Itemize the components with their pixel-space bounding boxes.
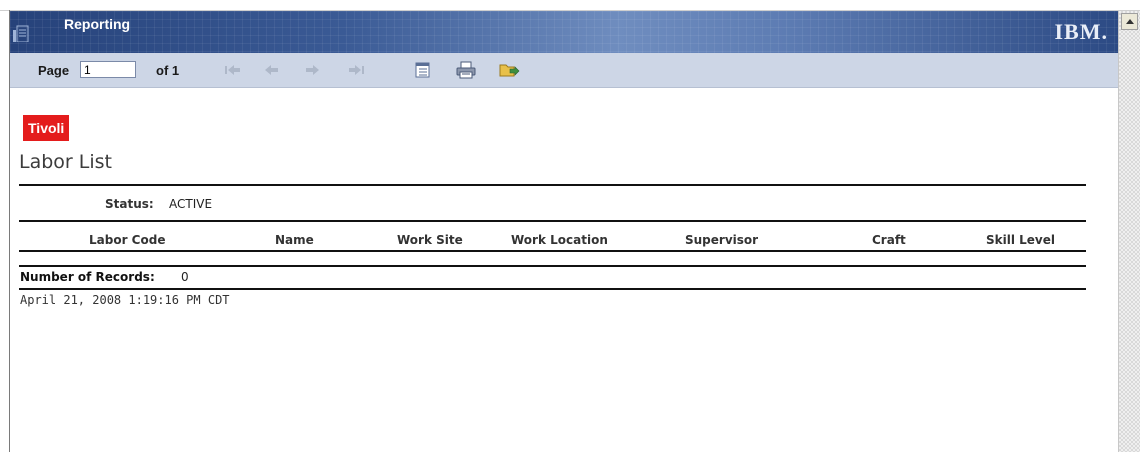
status-label: Status:	[105, 197, 154, 211]
divider	[19, 220, 1086, 222]
column-header-labor-code: Labor Code	[89, 233, 166, 247]
column-header-supervisor: Supervisor	[685, 233, 759, 247]
page-count-label: of 1	[156, 63, 180, 78]
export-icon	[499, 64, 520, 77]
window-top-edge	[0, 0, 1140, 11]
previous-page-icon	[265, 65, 278, 75]
table-of-contents-icon	[415, 62, 430, 78]
previous-page-button[interactable]	[261, 61, 283, 79]
scroll-up-arrow-icon[interactable]	[1121, 13, 1138, 30]
report-viewer-window: Reporting IBM. Page of 1	[0, 0, 1140, 452]
column-header-craft: Craft	[872, 233, 906, 247]
print-button[interactable]	[455, 61, 477, 79]
divider	[19, 250, 1086, 252]
print-icon	[456, 61, 476, 79]
next-page-button[interactable]	[301, 61, 323, 79]
vertical-scrollbar[interactable]	[1118, 11, 1140, 452]
ibm-logo: IBM.	[1054, 19, 1108, 44]
table-of-contents-button[interactable]	[412, 61, 434, 79]
first-page-button[interactable]	[222, 61, 244, 79]
column-header-name: Name	[275, 233, 314, 247]
report-title: Labor List	[19, 151, 112, 173]
banner-pattern	[10, 11, 1118, 53]
column-header-work-site: Work Site	[397, 233, 463, 247]
divider	[19, 265, 1086, 267]
last-page-button[interactable]	[345, 61, 367, 79]
export-button[interactable]	[498, 61, 520, 79]
next-page-icon	[306, 65, 319, 75]
app-title: Reporting	[64, 16, 131, 32]
record-count-label: Number of Records:	[20, 270, 155, 284]
column-header-skill-level: Skill Level	[986, 233, 1055, 247]
divider	[19, 184, 1086, 186]
last-page-icon	[349, 65, 364, 75]
page-number-input[interactable]	[80, 61, 136, 78]
status-value: ACTIVE	[169, 197, 213, 211]
first-page-icon	[225, 65, 240, 75]
divider	[19, 288, 1086, 290]
navigation-toolbar: Page of 1	[10, 53, 1118, 88]
page-label: Page	[38, 63, 70, 78]
record-count-value: 0	[181, 270, 189, 284]
header-banner: Reporting IBM.	[10, 11, 1118, 53]
tivoli-logo: Tivoli	[23, 115, 70, 141]
column-header-work-location: Work Location	[511, 233, 608, 247]
report-icon	[13, 25, 29, 42]
report-timestamp: April 21, 2008 1:19:16 PM CDT	[20, 293, 230, 307]
